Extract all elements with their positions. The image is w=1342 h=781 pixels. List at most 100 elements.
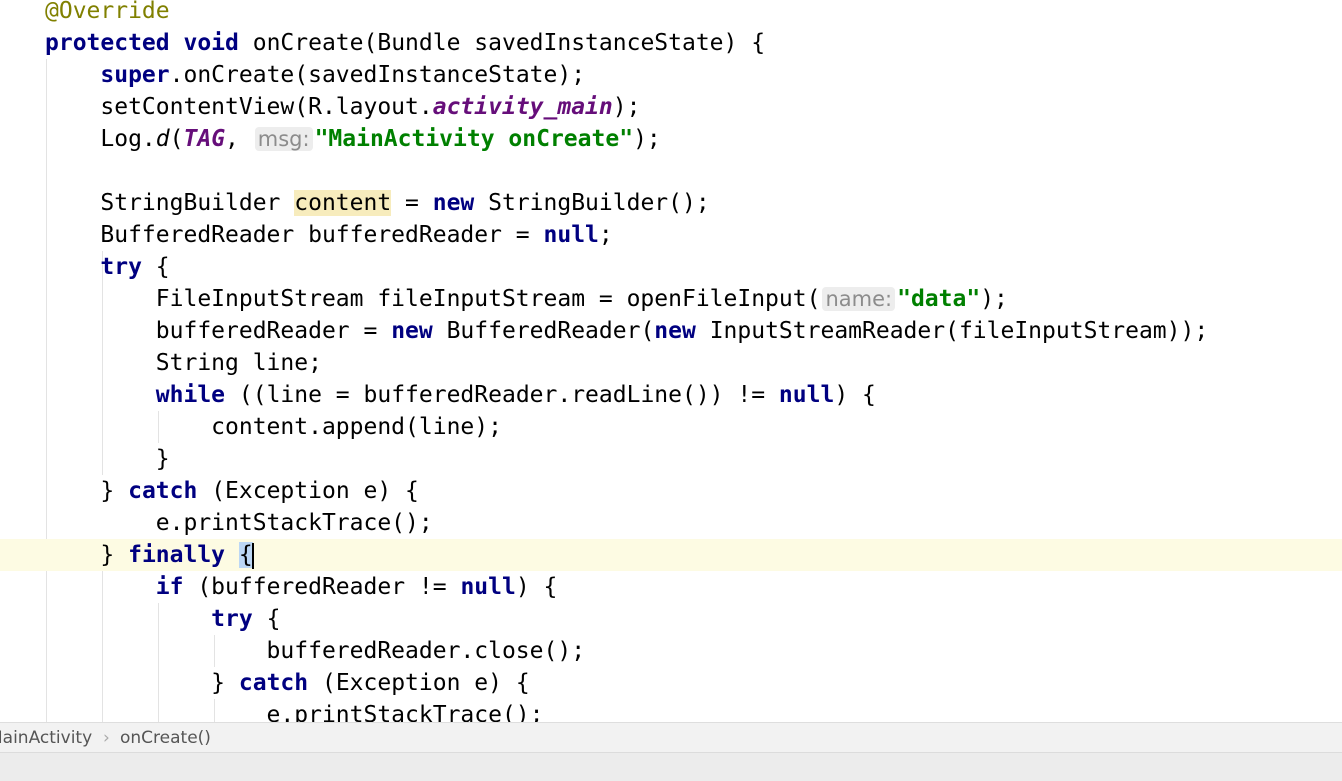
code-token: ) { bbox=[834, 382, 876, 408]
code-token: content.append(line); bbox=[45, 414, 502, 440]
code-token: finally bbox=[128, 542, 226, 568]
code-text: String line; bbox=[45, 347, 322, 379]
code-token: void bbox=[183, 30, 239, 56]
code-text: while ((line = bufferedReader.readLine()… bbox=[45, 379, 876, 411]
code-line[interactable]: e.printStackTrace(); bbox=[0, 699, 1342, 722]
code-token: if bbox=[155, 574, 184, 600]
code-token: e.printStackTrace(); bbox=[45, 702, 544, 722]
code-token: null bbox=[543, 222, 599, 248]
code-token: InputStreamReader(fileInputStream)); bbox=[695, 318, 1209, 344]
code-text: } bbox=[45, 443, 170, 475]
code-token: BufferedReader bufferedReader = bbox=[45, 222, 544, 248]
code-line[interactable]: e.printStackTrace(); bbox=[0, 507, 1342, 539]
code-text: content.append(line); bbox=[45, 411, 502, 443]
code-token: @Override bbox=[45, 0, 170, 24]
code-token: ; bbox=[598, 222, 613, 248]
code-token: catch bbox=[128, 478, 198, 504]
code-token: e.printStackTrace(); bbox=[45, 510, 433, 536]
code-token: activity_main bbox=[432, 94, 613, 120]
code-line[interactable]: try { bbox=[0, 603, 1342, 635]
code-line[interactable]: } bbox=[0, 443, 1342, 475]
code-token: setContentView(R.layout. bbox=[45, 94, 433, 120]
code-line[interactable]: content.append(line); bbox=[0, 411, 1342, 443]
bottom-panel bbox=[0, 752, 1342, 781]
code-line[interactable]: } catch (Exception e) { bbox=[0, 667, 1342, 699]
code-token: ) { bbox=[515, 574, 558, 600]
code-token: { bbox=[252, 606, 281, 632]
parameter-hint: name: bbox=[822, 287, 896, 311]
breadcrumb-item-method[interactable]: onCreate() bbox=[120, 723, 211, 753]
code-token: String line; bbox=[45, 350, 322, 376]
text-caret bbox=[251, 542, 254, 569]
code-token: TAG bbox=[183, 126, 226, 152]
code-token: protected bbox=[45, 30, 170, 56]
code-token: StringBuilder(); bbox=[474, 190, 710, 216]
code-line[interactable]: setContentView(R.layout.activity_main); bbox=[0, 91, 1342, 123]
breadcrumb-separator: › bbox=[103, 728, 110, 748]
code-token: try bbox=[211, 606, 253, 632]
code-token: null bbox=[460, 574, 516, 600]
code-token: StringBuilder bbox=[45, 190, 295, 216]
code-line[interactable]: String line; bbox=[0, 347, 1342, 379]
code-line[interactable]: } finally { bbox=[0, 539, 1342, 571]
code-token: { bbox=[238, 542, 253, 568]
code-text: FileInputStream fileInputStream = openFi… bbox=[45, 283, 1008, 315]
code-line[interactable]: try { bbox=[0, 251, 1342, 283]
code-line[interactable] bbox=[0, 155, 1342, 187]
code-text: setContentView(R.layout.activity_main); bbox=[45, 91, 640, 123]
code-token: } bbox=[45, 478, 129, 504]
code-text: } catch (Exception e) { bbox=[45, 667, 530, 699]
code-token: { bbox=[141, 254, 170, 280]
code-line[interactable]: BufferedReader bufferedReader = null; bbox=[0, 219, 1342, 251]
code-line[interactable]: protected void onCreate(Bundle savedInst… bbox=[0, 27, 1342, 59]
code-token: bufferedReader = bbox=[45, 318, 392, 344]
code-line[interactable]: StringBuilder content = new StringBuilde… bbox=[0, 187, 1342, 219]
code-text: protected void onCreate(Bundle savedInst… bbox=[45, 27, 765, 59]
breadcrumb-item-class[interactable]: MainActivity bbox=[0, 723, 92, 753]
code-line[interactable]: if (bufferedReader != null) { bbox=[0, 571, 1342, 603]
code-text: @Override bbox=[45, 0, 170, 27]
code-text: super.onCreate(savedInstanceState); bbox=[45, 59, 585, 91]
code-token: ); bbox=[633, 126, 661, 152]
code-text: try { bbox=[45, 251, 170, 283]
code-token: ); bbox=[980, 286, 1008, 312]
code-token: try bbox=[100, 254, 142, 280]
code-token: ); bbox=[612, 94, 641, 120]
code-text: if (bufferedReader != null) { bbox=[45, 571, 558, 603]
code-token: super bbox=[100, 62, 170, 88]
code-token: new bbox=[391, 318, 433, 344]
code-token: .onCreate(savedInstanceState); bbox=[169, 62, 586, 88]
code-token: } bbox=[45, 542, 129, 568]
code-token: (bufferedReader != bbox=[183, 574, 461, 600]
code-token: , bbox=[225, 126, 253, 152]
code-editor[interactable]: @Override protected void onCreate(Bundle … bbox=[0, 0, 1342, 722]
code-text: try { bbox=[45, 603, 280, 635]
code-text: Log.d(TAG, msg: "MainActivity onCreate"); bbox=[45, 123, 661, 155]
code-text: StringBuilder content = new StringBuilde… bbox=[45, 187, 710, 219]
code-line[interactable]: bufferedReader.close(); bbox=[0, 635, 1342, 667]
code-token: content bbox=[294, 190, 392, 216]
code-line[interactable]: super.onCreate(savedInstanceState); bbox=[0, 59, 1342, 91]
code-token: d bbox=[155, 126, 170, 152]
code-token: new bbox=[432, 190, 475, 216]
code-token: (Exception e) { bbox=[308, 670, 530, 696]
code-text: } catch (Exception e) { bbox=[45, 475, 419, 507]
code-text: BufferedReader bufferedReader = null; bbox=[45, 219, 613, 251]
code-line[interactable]: @Override bbox=[0, 0, 1342, 27]
code-token: Log. bbox=[45, 126, 156, 152]
code-line[interactable]: while ((line = bufferedReader.readLine()… bbox=[0, 379, 1342, 411]
code-line[interactable]: Log.d(TAG, msg: "MainActivity onCreate"); bbox=[0, 123, 1342, 155]
code-token: "data" bbox=[897, 286, 981, 312]
code-line[interactable]: FileInputStream fileInputStream = openFi… bbox=[0, 283, 1342, 315]
code-line[interactable]: bufferedReader = new BufferedReader(new … bbox=[0, 315, 1342, 347]
breadcrumb: MainActivity › onCreate() bbox=[0, 722, 1342, 753]
code-token: onCreate(Bundle savedInstanceState) { bbox=[238, 30, 766, 56]
code-token: } bbox=[45, 446, 170, 472]
code-line[interactable]: } catch (Exception e) { bbox=[0, 475, 1342, 507]
code-text: } finally { bbox=[45, 539, 254, 571]
